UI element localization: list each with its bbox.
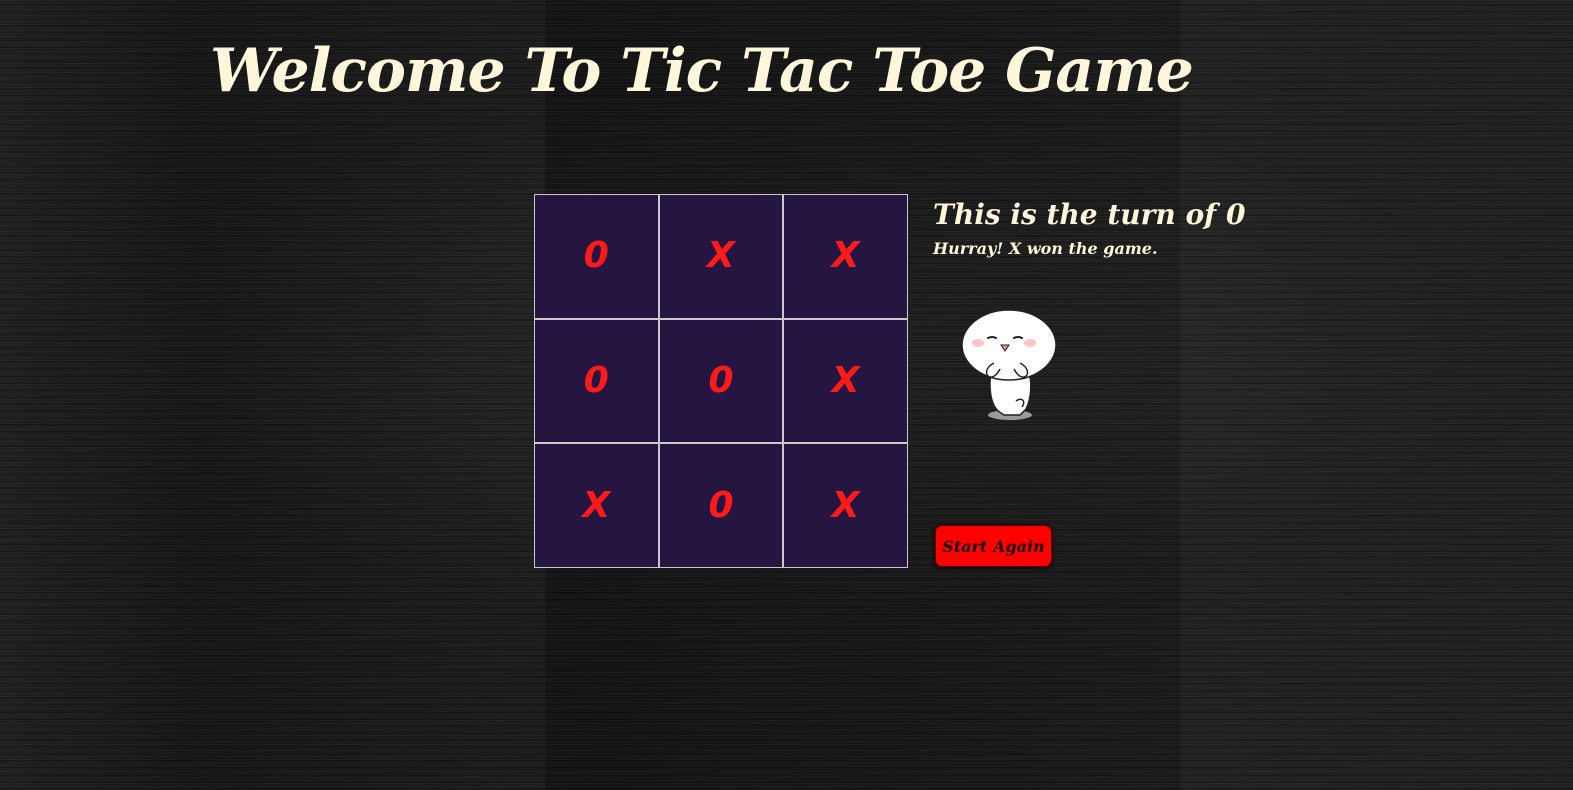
page-title: Welcome To Tic Tac Toe Game xyxy=(210,36,1194,106)
game-status-message: Hurray! X won the game. xyxy=(933,239,1158,258)
board-cell-3[interactable]: X xyxy=(784,195,907,318)
board-cell-7[interactable]: X xyxy=(535,444,658,567)
cell-mark: X xyxy=(831,484,860,526)
turn-indicator: This is the turn of 0 xyxy=(933,198,1246,231)
cell-mark: 0 xyxy=(708,359,734,401)
start-again-button[interactable]: Start Again xyxy=(934,524,1053,568)
cell-mark: 0 xyxy=(583,235,609,277)
celebrating-mascot-icon xyxy=(958,305,1060,425)
game-info-panel: This is the turn of 0 Hurray! X won the … xyxy=(933,198,1453,258)
cell-mark: 0 xyxy=(708,484,734,526)
board-cell-4[interactable]: 0 xyxy=(535,319,658,443)
board-cell-1[interactable]: 0 xyxy=(535,195,658,318)
board-cell-8[interactable]: 0 xyxy=(659,444,783,567)
board-cell-2[interactable]: X xyxy=(659,195,783,318)
cell-mark: X xyxy=(582,484,611,526)
board-cell-5[interactable]: 0 xyxy=(659,319,783,443)
board-cell-6[interactable]: X xyxy=(784,319,907,443)
cell-mark: 0 xyxy=(583,359,609,401)
cell-mark: X xyxy=(831,359,860,401)
board-cell-9[interactable]: X xyxy=(784,444,907,567)
cell-mark: X xyxy=(831,235,860,277)
game-board: 0 X X 0 0 X X 0 X xyxy=(534,194,908,568)
cell-mark: X xyxy=(707,235,735,277)
